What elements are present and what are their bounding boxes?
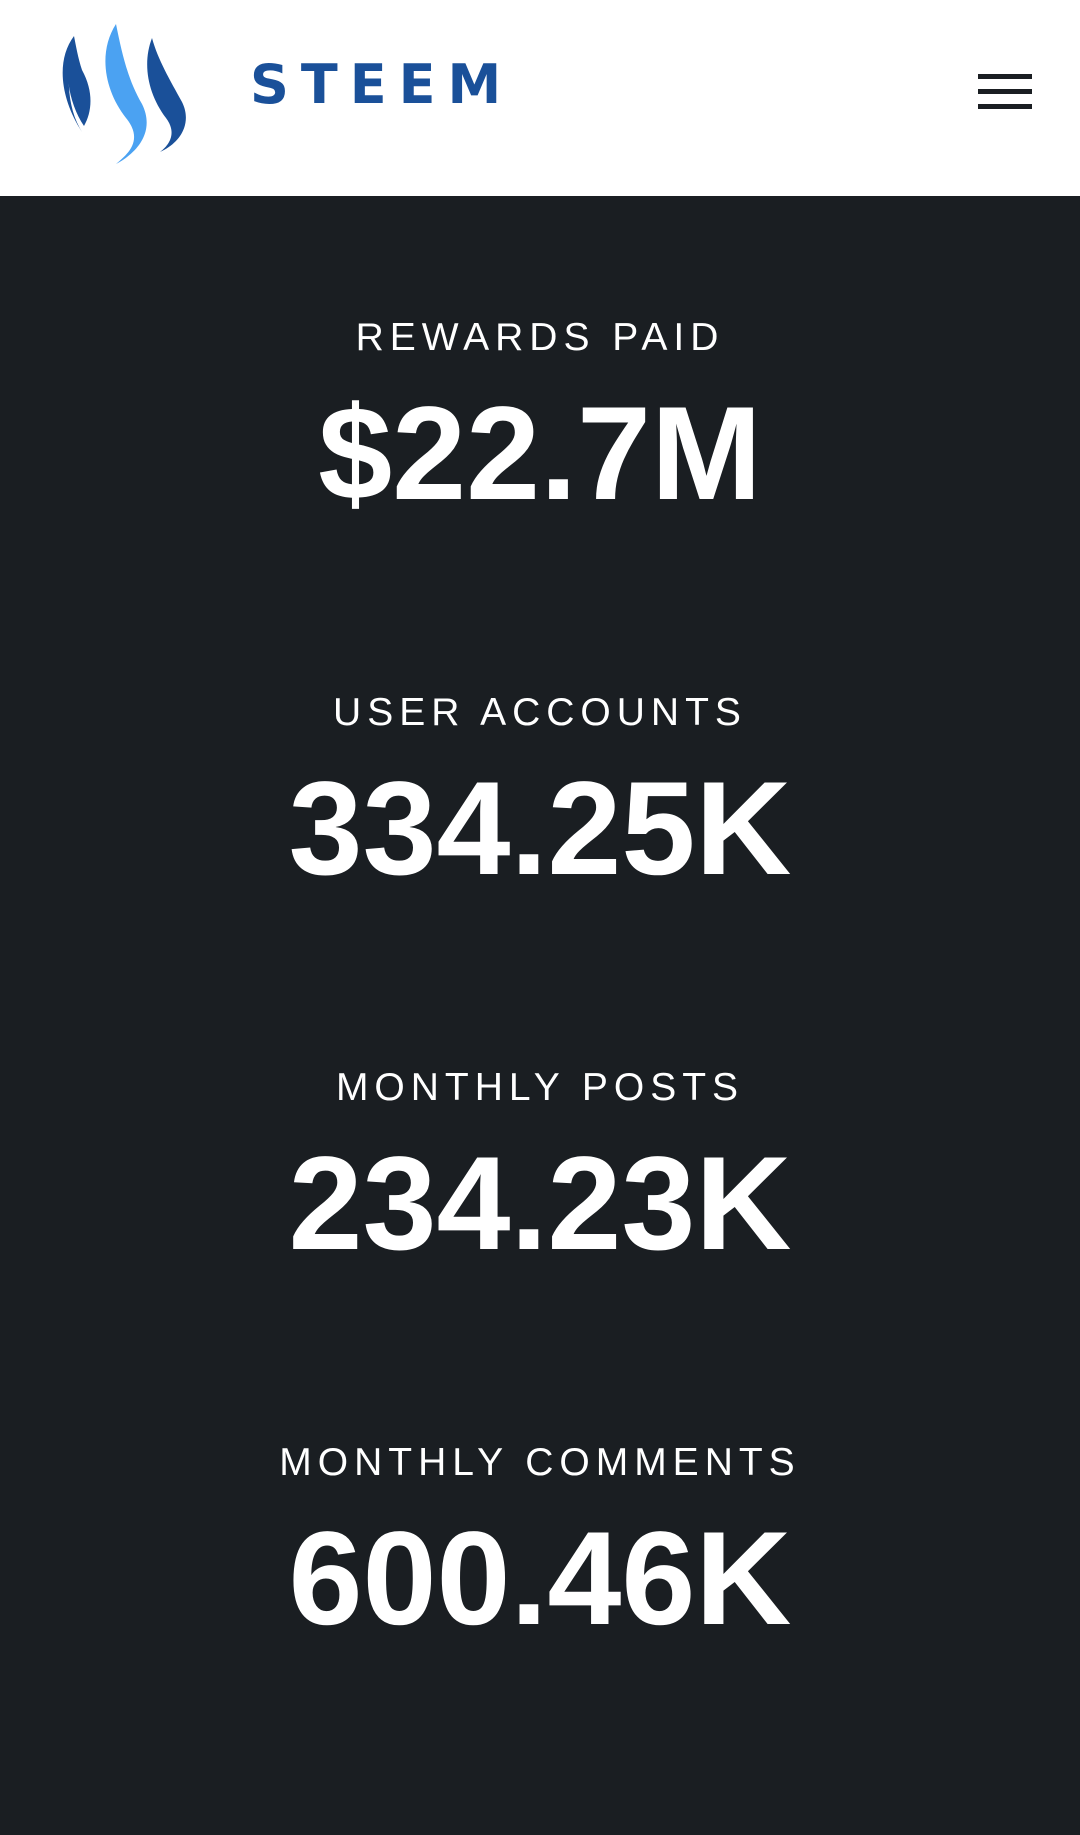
- stat-value: 234.23K: [288, 1130, 792, 1278]
- steem-logo-icon[interactable]: [58, 22, 194, 164]
- stat-user-accounts: USER ACCOUNTS 334.25K: [0, 693, 1080, 896]
- menu-button[interactable]: [972, 68, 1032, 114]
- stat-monthly-posts: MONTHLY POSTS 234.23K: [0, 1068, 1080, 1271]
- stat-label: REWARDS PAID: [355, 316, 725, 359]
- stat-value: 334.25K: [288, 755, 792, 903]
- header: STEEM: [0, 0, 1080, 196]
- stat-label: MONTHLY POSTS: [335, 1066, 745, 1109]
- menu-line: [978, 89, 1032, 94]
- menu-line: [978, 104, 1032, 109]
- stat-label: MONTHLY COMMENTS: [279, 1441, 801, 1484]
- stat-value: $22.7M: [318, 380, 762, 528]
- stat-rewards-paid: REWARDS PAID $22.7M: [0, 318, 1080, 521]
- stats-section: REWARDS PAID $22.7M USER ACCOUNTS 334.25…: [0, 196, 1080, 1835]
- hamburger-menu-icon: [978, 74, 1032, 79]
- stat-label: USER ACCOUNTS: [333, 691, 747, 734]
- stat-value: 600.46K: [288, 1505, 792, 1653]
- stat-monthly-comments: MONTHLY COMMENTS 600.46K: [0, 1443, 1080, 1646]
- brand-name[interactable]: STEEM: [250, 58, 513, 112]
